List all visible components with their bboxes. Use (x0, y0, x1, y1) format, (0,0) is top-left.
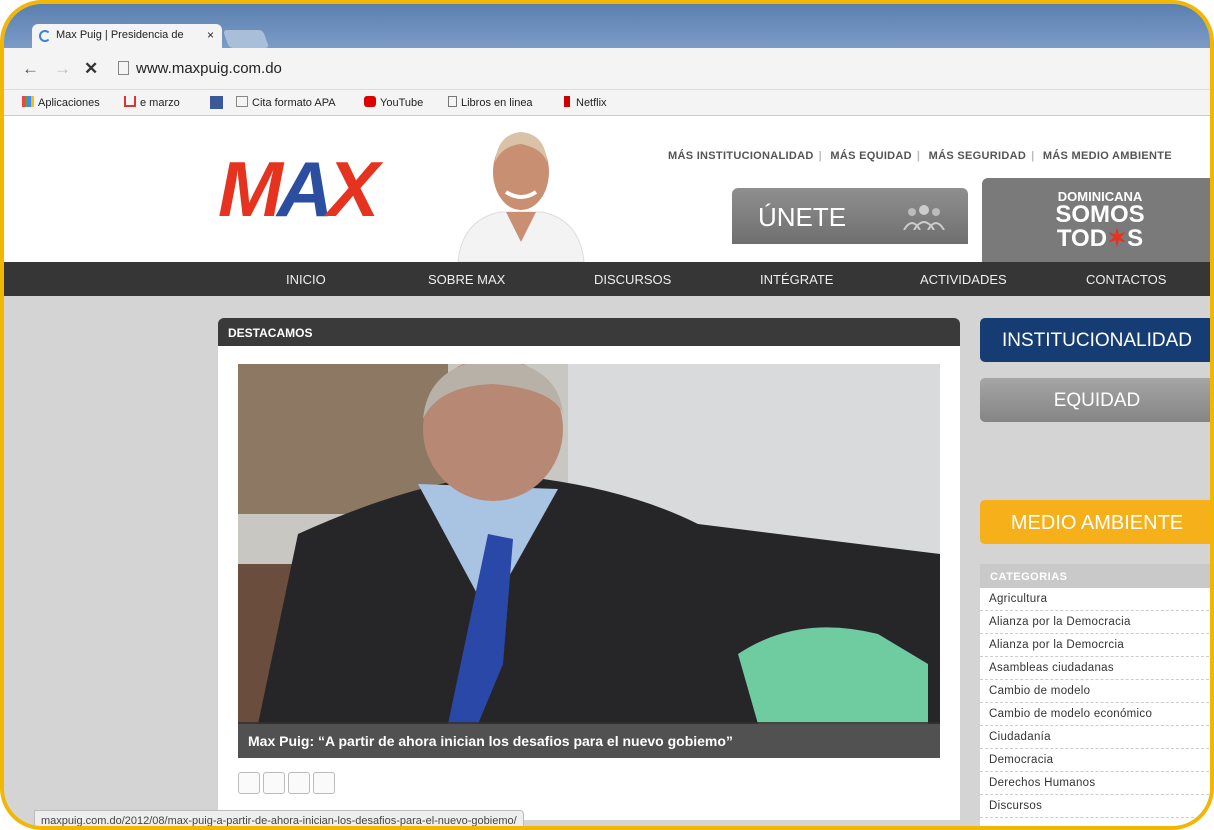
tab-strip: Max Puig | Presidencia de × (4, 4, 1210, 48)
medio-ambiente-button[interactable]: MEDIO AMBIENTE (980, 500, 1210, 544)
site-logo[interactable]: MAX (218, 144, 379, 235)
bookmark-label: Aplicaciones (38, 97, 100, 109)
facebook-icon (210, 96, 223, 109)
nav-actividades[interactable]: ACTIVIDADES (920, 272, 1007, 287)
categories-panel: CATEGORIAS Agricultura Alianza por la De… (980, 564, 1210, 826)
bookmark-label: Cita formato APA (252, 97, 336, 109)
logo-letter: X (327, 145, 379, 233)
screenshot-frame: Max Puig | Presidencia de × ← → ✕ www.ma… (0, 0, 1214, 830)
bookmark-facebook[interactable] (210, 96, 227, 111)
nav-contactos[interactable]: CONTACTOS (1086, 272, 1166, 287)
browser-tab[interactable]: Max Puig | Presidencia de × (32, 24, 222, 48)
category-link[interactable]: Discursos (980, 795, 1210, 818)
youtube-icon (364, 96, 376, 107)
top-link[interactable]: MÁS EQUIDAD (830, 150, 912, 162)
bookmarks-bar: Aplicaciones e marzo Cita formato APA Yo… (4, 90, 1210, 116)
people-icon (903, 205, 945, 230)
bookmark-youtube[interactable]: YouTube (364, 96, 423, 109)
slider-thumb[interactable] (313, 772, 335, 794)
bookmark-label: Libros en linea (461, 97, 533, 109)
bookmark-apps[interactable]: Aplicaciones (22, 96, 100, 109)
logo-letter: M (218, 145, 283, 233)
logo-letter: A (276, 145, 333, 233)
apps-grid-icon (22, 96, 34, 107)
new-tab-button[interactable] (222, 30, 270, 48)
netflix-icon (564, 96, 570, 107)
unete-label: ÚNETE (758, 202, 847, 232)
category-link[interactable]: Agricultura (980, 588, 1210, 611)
somos-todos: TOD✶S (982, 225, 1210, 252)
forward-icon[interactable]: → (54, 59, 71, 79)
main-nav: INICIO SOBRE MAX DISCURSOS INTÉGRATE ACT… (4, 262, 1210, 296)
tab-title: Max Puig | Presidencia de (56, 29, 184, 41)
bookmark-label: e marzo (140, 97, 180, 109)
category-link[interactable]: Asambleas ciudadanas (980, 657, 1210, 680)
category-link[interactable]: Alianza por la Democracia (980, 611, 1210, 634)
featured-caption[interactable]: Max Puig: “A partir de ahora inician los… (238, 722, 940, 758)
somos-line: S (1127, 225, 1144, 252)
somos-line: SOMOS (1055, 201, 1145, 228)
url-text: www.maxpuig.com.do (136, 60, 282, 77)
web-page: MAX MÁS INSTITUCIONALIDAD | MÁS EQUIDAD | … (4, 116, 1210, 826)
bookmark-label: YouTube (380, 97, 424, 109)
featured-panel: DESTACAMOS Max Puig: “A partir de ahora … (218, 318, 960, 820)
bookmark-label: Netflix (576, 97, 607, 109)
slider-thumb[interactable] (288, 772, 310, 794)
unete-button[interactable]: ÚNETE (732, 188, 968, 244)
top-link[interactable]: MÁS SEGURIDAD (929, 150, 1026, 162)
category-link[interactable]: Ciudadanía (980, 726, 1210, 749)
address-bar[interactable]: www.maxpuig.com.do (114, 57, 1210, 81)
nav-integrate[interactable]: INTÉGRATE (760, 272, 833, 287)
featured-photo[interactable] (238, 364, 940, 724)
status-bar-url: maxpuig.com.do/2012/08/max-puig-a-partir… (34, 810, 524, 826)
bookmark-libros[interactable]: Libros en linea (448, 96, 533, 109)
bookmark-gmail[interactable]: e marzo (124, 96, 180, 109)
dominicana-somos-todos-badge[interactable]: DOMINICANA SOMOS TOD✶S (982, 178, 1210, 262)
top-links: MÁS INSTITUCIONALIDAD | MÁS EQUIDAD | MÁS … (668, 150, 1172, 162)
featured-heading: DESTACAMOS (218, 318, 960, 346)
institucionalidad-button[interactable]: INSTITUCIONALIDAD (980, 318, 1210, 362)
category-link[interactable]: Alianza por la Democrcia (980, 634, 1210, 657)
slider-thumb[interactable] (263, 772, 285, 794)
bookmark-netflix[interactable]: Netflix (564, 96, 607, 109)
nav-discursos[interactable]: DISCURSOS (594, 272, 671, 287)
bookmark-apa[interactable]: Cita formato APA (236, 96, 336, 109)
page-icon (118, 61, 129, 75)
category-link[interactable]: Derechos Humanos (980, 772, 1210, 795)
category-link[interactable]: Cambio de modelo económico (980, 703, 1210, 726)
slider-thumbnails (238, 772, 338, 799)
toolbar: ← → ✕ www.maxpuig.com.do (4, 48, 1210, 90)
candidate-portrait (457, 132, 585, 262)
slider-thumb[interactable] (238, 772, 260, 794)
top-link[interactable]: MÁS MEDIO AMBIENTE (1043, 150, 1172, 162)
stop-icon[interactable]: ✕ (84, 59, 98, 79)
top-link[interactable]: MÁS INSTITUCIONALIDAD (668, 150, 814, 162)
back-icon[interactable]: ← (22, 59, 39, 79)
loading-icon (39, 30, 51, 42)
category-link[interactable]: Democracia (980, 749, 1210, 772)
nav-inicio[interactable]: INICIO (286, 272, 326, 287)
somos-line: TOD (1056, 225, 1108, 252)
tab-close-icon[interactable]: × (207, 28, 214, 42)
page-icon (236, 96, 248, 107)
gmail-icon (124, 96, 136, 107)
nav-sobre-max[interactable]: SOBRE MAX (428, 272, 505, 287)
book-icon (448, 96, 457, 107)
category-link[interactable]: Cambio de modelo (980, 680, 1210, 703)
site-header: MAX MÁS INSTITUCIONALIDAD | MÁS EQUIDAD | … (4, 116, 1210, 262)
equidad-button[interactable]: EQUIDAD (980, 378, 1210, 422)
star-icon: ✶ (1107, 225, 1128, 252)
categories-title: CATEGORIAS (980, 564, 1210, 588)
